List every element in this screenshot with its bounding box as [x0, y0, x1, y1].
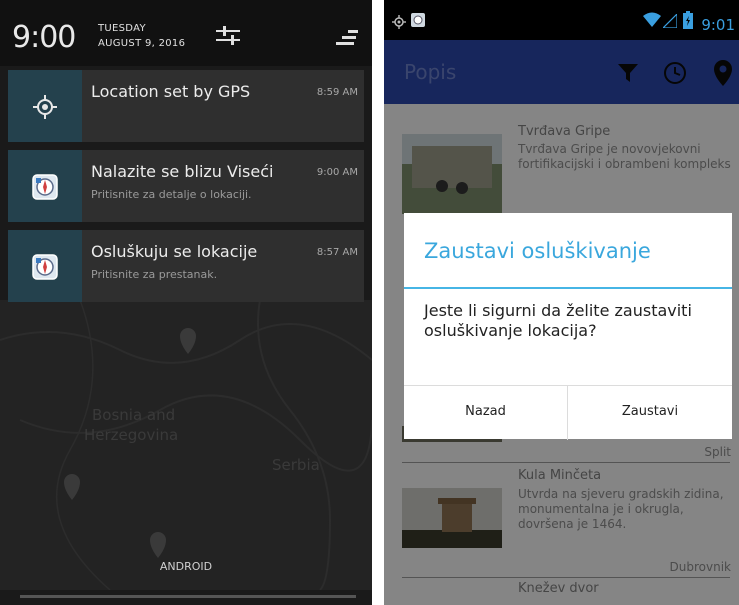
map-label-country-2: Herzegovina	[84, 426, 179, 444]
notification-time: 8:59 AM	[316, 87, 358, 98]
carrier-label: ANDROID	[159, 560, 213, 573]
quick-settings-icon[interactable]	[216, 26, 240, 50]
notification-subtitle: Pritisnite za detalje o lokaciji.	[91, 188, 252, 201]
notification-gps[interactable]: Location set by GPS 8:59 AM	[8, 70, 364, 142]
status-time: 9:01	[701, 16, 735, 34]
notification-title: Osluškuju se lokacije	[91, 242, 258, 261]
notification-icon-box	[8, 70, 82, 142]
shade-header: 9:00 TUESDAY AUGUST 9, 2016	[0, 0, 372, 66]
gps-target-icon	[33, 95, 57, 119]
app-compass-icon	[32, 174, 58, 200]
notification-nearby[interactable]: Nalazite se blizu Viseći Pritisnite za d…	[8, 150, 364, 222]
clear-all-icon[interactable]	[336, 30, 358, 50]
notification-title: Location set by GPS	[91, 82, 251, 101]
notification-subtitle: Pritisnite za prestanak.	[91, 268, 218, 281]
notification-shade: Bosnia and Herzegovina Serbia 9:00 TUESD…	[0, 0, 372, 605]
notification-icon-box	[8, 230, 82, 302]
dialog-message: Jeste li sigurni da želite zaustaviti os…	[424, 301, 692, 340]
dialog-button-bar: Nazad Zaustavi	[404, 385, 732, 440]
date: AUGUST 9, 2016	[98, 38, 186, 49]
gps-status-icon	[392, 14, 406, 33]
shade-drag-handle[interactable]	[20, 595, 356, 598]
app-compass-icon	[32, 254, 58, 280]
wifi-icon	[643, 12, 661, 32]
notification-time: 8:57 AM	[316, 247, 358, 258]
status-bar: 9:01	[384, 0, 739, 40]
map-label-serbia: Serbia	[272, 456, 320, 474]
app-screen: 9:01 Popis Tvrđava Gripe Tvrđava Gripe j…	[384, 0, 739, 605]
dialog-title-divider	[404, 287, 732, 289]
battery-icon	[683, 11, 693, 33]
notification-title: Nalazite se blizu Viseći	[91, 162, 274, 181]
dialog-title: Zaustavi osluškivanje	[424, 239, 651, 263]
clock: 9:00	[12, 20, 76, 55]
stop-listening-dialog: Zaustavi osluškivanje Jeste li sigurni d…	[404, 213, 732, 440]
map-background: Bosnia and Herzegovina Serbia	[0, 300, 372, 590]
notification-icon-box	[8, 150, 82, 222]
stop-button[interactable]: Zaustavi	[568, 386, 732, 440]
notification-time: 9:00 AM	[316, 167, 358, 178]
weekday: TUESDAY	[98, 23, 146, 34]
map-label-country: Bosnia and	[92, 406, 176, 424]
notification-listening[interactable]: Osluškuju se lokacije Pritisnite za pres…	[8, 230, 364, 302]
back-button[interactable]: Nazad	[404, 386, 568, 440]
signal-icon	[661, 12, 678, 32]
app-notification-icon	[410, 12, 426, 32]
